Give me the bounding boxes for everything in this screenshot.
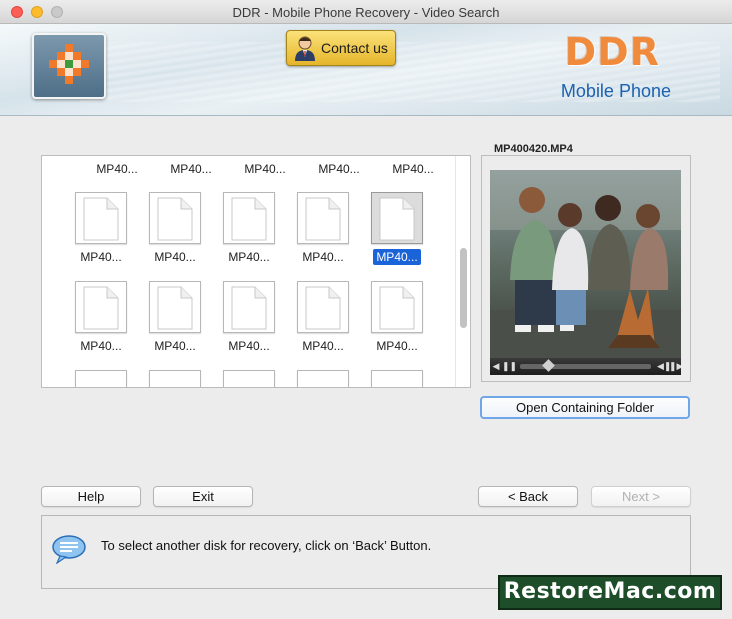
file-icon bbox=[305, 286, 341, 330]
video-thumbnail[interactable] bbox=[149, 192, 201, 244]
header-banner: Contact us DDR Mobile Phone bbox=[0, 24, 732, 116]
video-thumbnail-selected[interactable] bbox=[371, 192, 423, 244]
thumbnail-label[interactable]: MP40... bbox=[66, 250, 136, 264]
thumbnail-label[interactable]: MP40... bbox=[288, 339, 358, 353]
thumbnail-label[interactable]: MP40... bbox=[214, 339, 284, 353]
video-thumbnail[interactable] bbox=[371, 281, 423, 333]
video-controls: ◀ ❚❚ ◀❚ ❚▶ bbox=[490, 358, 681, 375]
scrollbar-thumb[interactable] bbox=[460, 248, 467, 328]
window-title: DDR - Mobile Phone Recovery - Video Sear… bbox=[232, 5, 500, 20]
speech-bubble-icon bbox=[52, 535, 86, 564]
video-thumbnail[interactable] bbox=[371, 370, 423, 387]
file-icon bbox=[157, 197, 193, 241]
thumbnail-scrollbar[interactable] bbox=[455, 156, 470, 387]
video-thumbnail[interactable] bbox=[75, 281, 127, 333]
thumbnail-label[interactable]: MP40... bbox=[214, 250, 284, 264]
file-icon bbox=[157, 286, 193, 330]
thumbnail-label[interactable]: MP40... bbox=[82, 162, 152, 176]
exit-button[interactable]: Exit bbox=[153, 486, 253, 507]
brand-title: DDR bbox=[564, 30, 660, 74]
video-thumbnail[interactable] bbox=[297, 370, 349, 387]
app-logo bbox=[32, 33, 106, 99]
pause-icon[interactable]: ❚❚ bbox=[502, 361, 517, 372]
file-icon bbox=[231, 286, 267, 330]
thumbnail-label[interactable]: MP40... bbox=[362, 339, 432, 353]
thumbnail-label[interactable]: MP40... bbox=[156, 162, 226, 176]
thumbnail-label[interactable]: MP40... bbox=[140, 250, 210, 264]
file-icon bbox=[305, 197, 341, 241]
title-bar: DDR - Mobile Phone Recovery - Video Sear… bbox=[0, 0, 732, 24]
video-thumbnail[interactable] bbox=[223, 192, 275, 244]
video-thumbnail[interactable] bbox=[223, 370, 275, 387]
video-thumbnail[interactable] bbox=[149, 281, 201, 333]
rewind-icon[interactable]: ◀❚ bbox=[657, 361, 671, 372]
file-icon bbox=[379, 197, 415, 241]
seek-bar[interactable] bbox=[520, 359, 651, 372]
support-person-icon bbox=[295, 36, 315, 61]
file-icon bbox=[379, 286, 415, 330]
seek-handle[interactable] bbox=[542, 359, 555, 372]
video-thumbnail[interactable] bbox=[75, 192, 127, 244]
volume-icon[interactable]: ◀ bbox=[490, 361, 502, 372]
forward-icon[interactable]: ❚▶ bbox=[669, 361, 681, 372]
thumbnail-label[interactable]: MP40... bbox=[230, 162, 300, 176]
thumbnail-label[interactable]: MP40... bbox=[140, 339, 210, 353]
open-containing-folder-button[interactable]: Open Containing Folder bbox=[480, 396, 690, 419]
file-icon bbox=[83, 197, 119, 241]
contact-us-label: Contact us bbox=[321, 40, 388, 56]
app-window: DDR - Mobile Phone Recovery - Video Sear… bbox=[0, 0, 732, 619]
back-button[interactable]: < Back bbox=[478, 486, 578, 507]
thumbnail-label[interactable]: MP40... bbox=[66, 339, 136, 353]
video-frame-image bbox=[490, 170, 681, 358]
message-text: To select another disk for recovery, cli… bbox=[101, 538, 432, 553]
thumbnail-label[interactable]: MP40... bbox=[288, 250, 358, 264]
thumbnail-panel[interactable]: MP40... MP40... MP40... MP40... MP40... … bbox=[41, 155, 471, 388]
thumbnail-label[interactable]: MP40... bbox=[378, 162, 448, 176]
video-thumbnail[interactable] bbox=[297, 281, 349, 333]
watermark-logo: RestoreMac.com bbox=[498, 575, 722, 610]
video-thumbnail[interactable] bbox=[149, 370, 201, 387]
selected-label-text: MP40... bbox=[373, 249, 421, 265]
next-button[interactable]: Next > bbox=[591, 486, 691, 507]
file-icon bbox=[83, 286, 119, 330]
contact-us-button[interactable]: Contact us bbox=[286, 30, 396, 66]
video-thumbnail[interactable] bbox=[223, 281, 275, 333]
thumbnail-label-selected[interactable]: MP40... bbox=[362, 249, 432, 265]
thumbnail-label[interactable]: MP40... bbox=[304, 162, 374, 176]
preview-filename: MP400420.MP4 bbox=[492, 143, 575, 155]
video-player[interactable]: ◀ ❚❚ ◀❚ ❚▶ bbox=[490, 170, 681, 375]
brand-subtitle: Mobile Phone bbox=[560, 81, 671, 101]
help-button[interactable]: Help bbox=[41, 486, 141, 507]
video-thumbnail[interactable] bbox=[75, 370, 127, 387]
file-icon bbox=[231, 197, 267, 241]
checker-logo-icon bbox=[49, 44, 89, 84]
video-thumbnail[interactable] bbox=[297, 192, 349, 244]
